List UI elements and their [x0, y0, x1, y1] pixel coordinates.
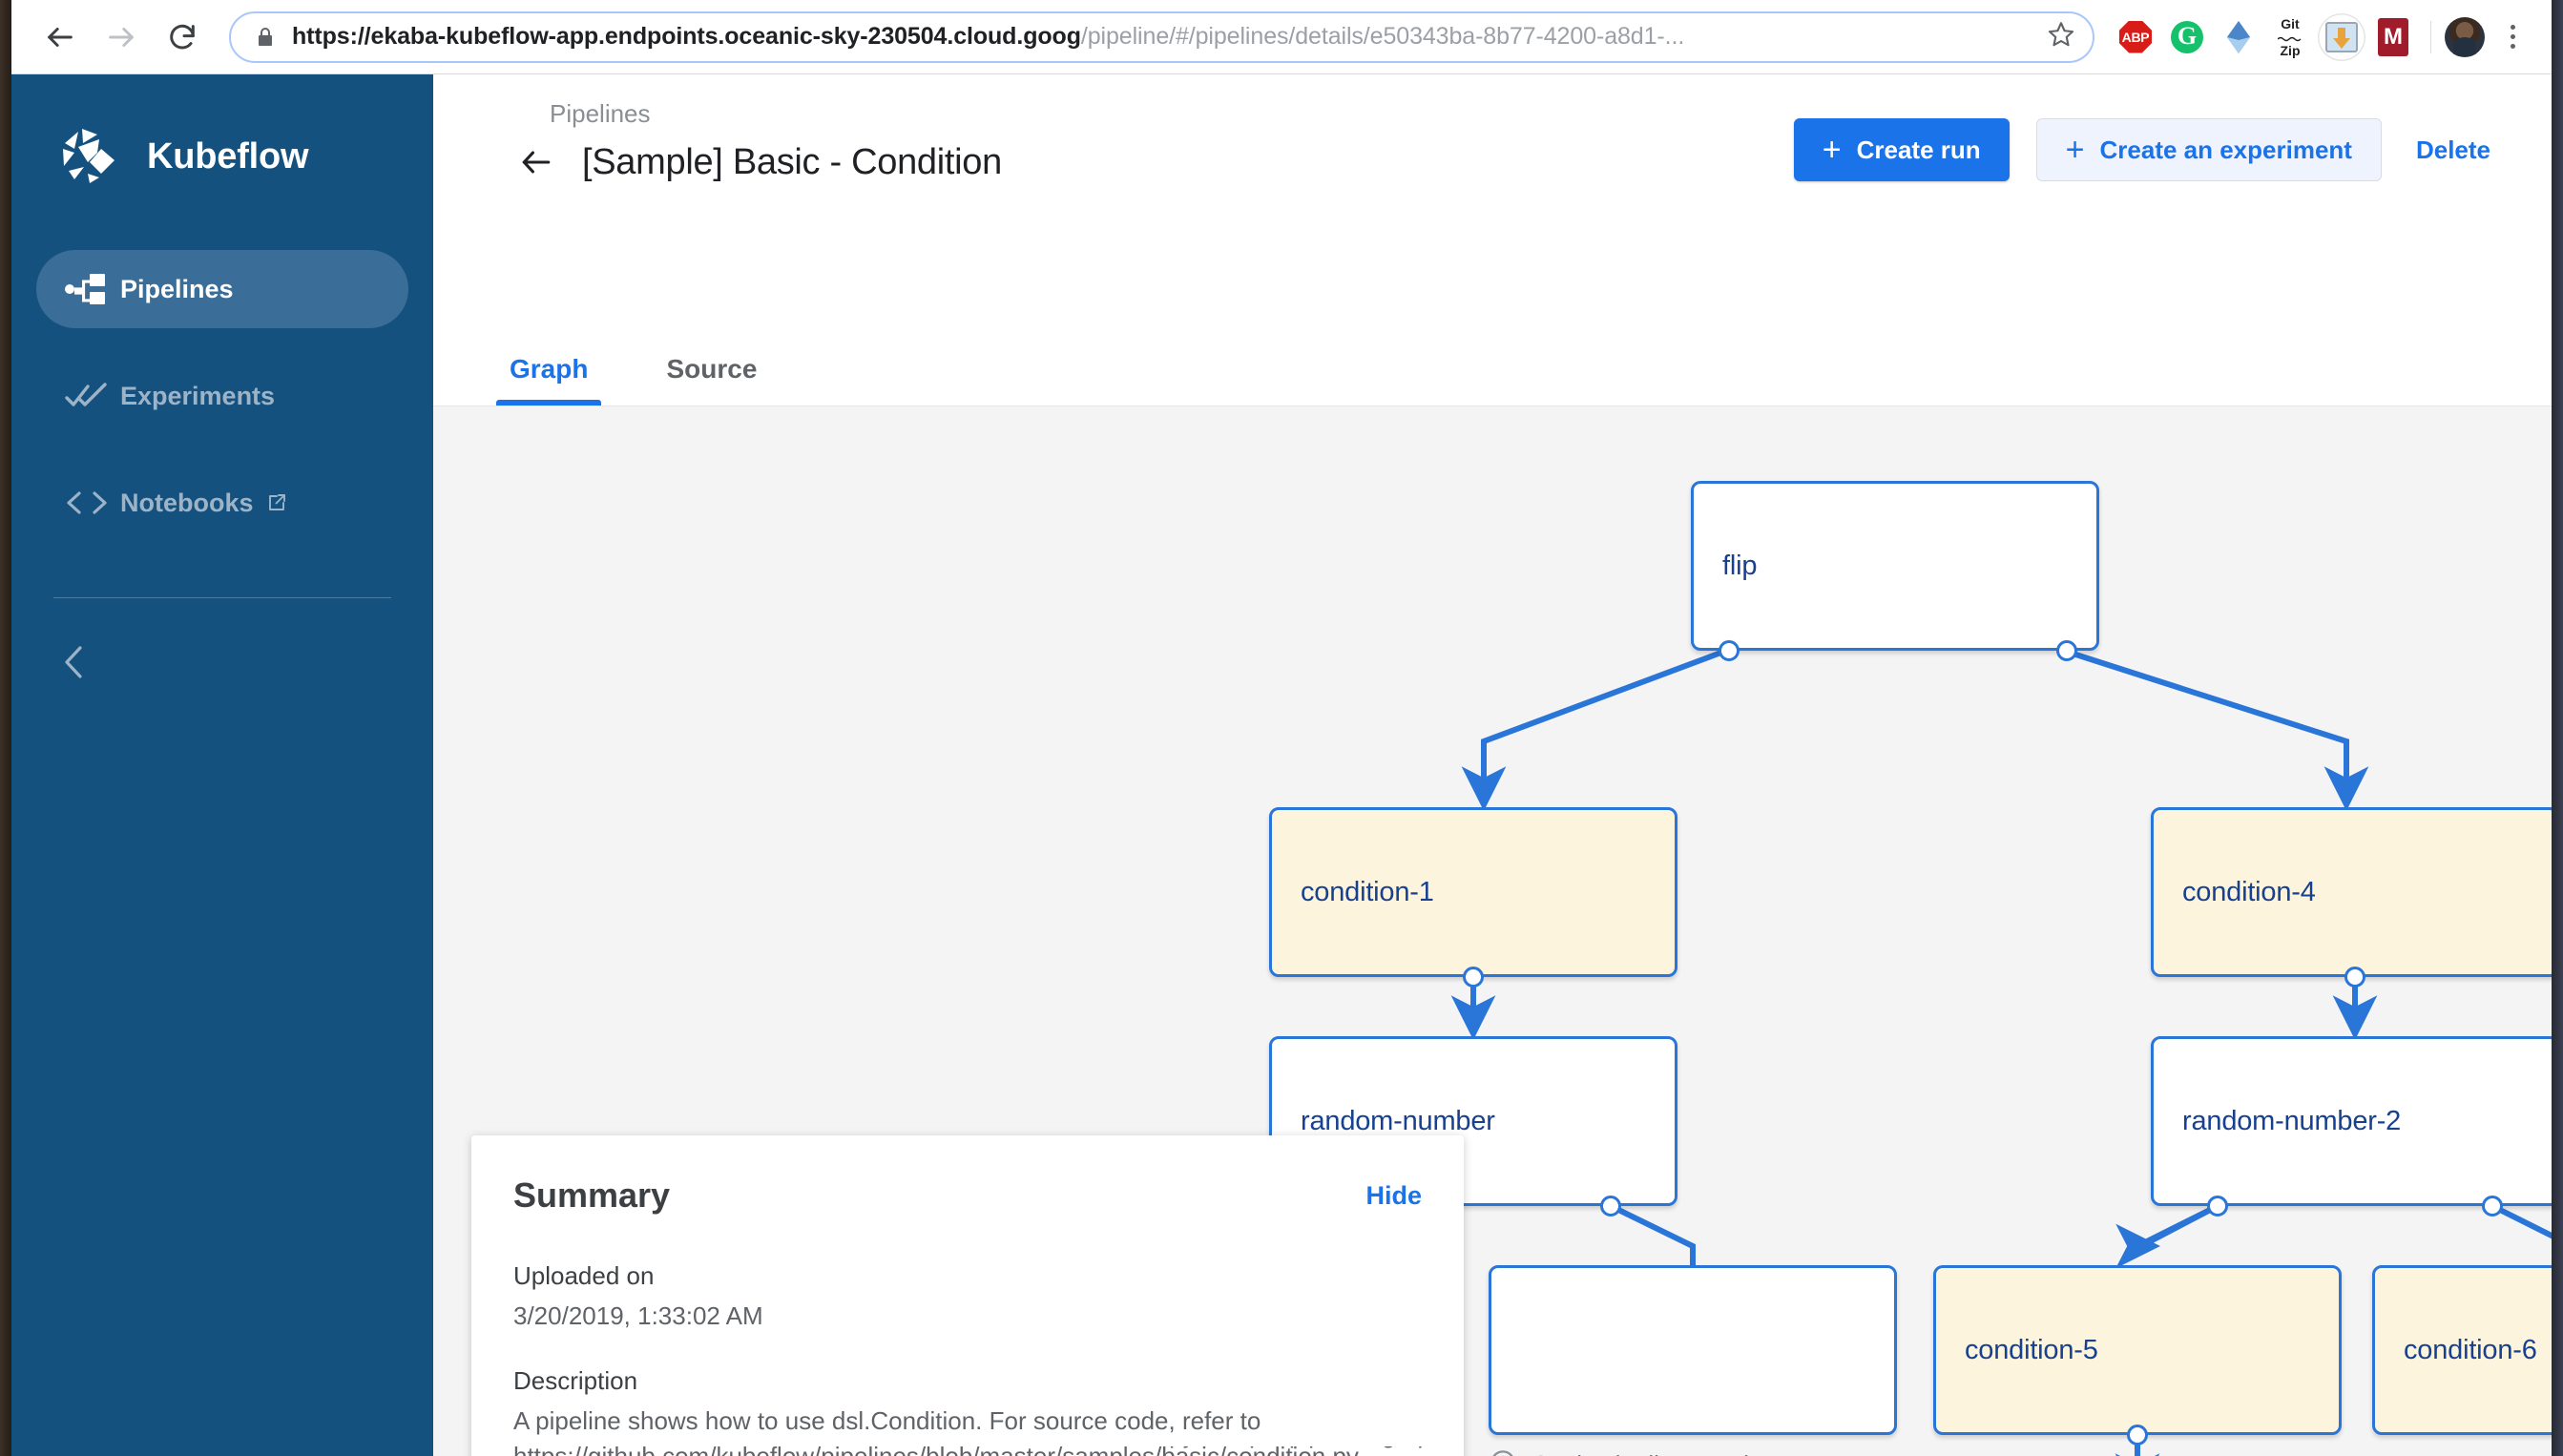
brand: Kubeflow — [11, 74, 433, 193]
lock-icon — [254, 26, 277, 49]
blue-diamond-icon[interactable] — [2215, 13, 2262, 61]
tab-source[interactable]: Source — [653, 354, 770, 406]
external-link-icon — [265, 491, 288, 514]
graph-node-random-number-2[interactable]: random-number-2 — [2151, 1036, 2552, 1206]
chrome-menu-kebab-icon[interactable] — [2489, 13, 2536, 61]
url-path: /pipeline/#/pipelines/details/e50343ba-8… — [1080, 23, 1685, 50]
back-arrow-icon[interactable] — [508, 134, 565, 191]
summary-hide-button[interactable]: Hide — [1365, 1181, 1422, 1211]
summary-card: Summary Hide Uploaded on 3/20/2019, 1:33… — [471, 1135, 1464, 1456]
graph-node-flip[interactable]: flip — [1691, 481, 2099, 651]
sidebar-item-text: Notebooks — [120, 488, 254, 517]
gitzip-label-top: Git — [2281, 15, 2300, 31]
graph-node-condition-5[interactable]: condition-5 — [1933, 1265, 2342, 1435]
graph-node-label: condition-5 — [1965, 1334, 2098, 1365]
bottom-clipped-text: condition.py sample pipeline graph — [1063, 1446, 1445, 1449]
graph-node-label: flip — [1722, 550, 1758, 581]
forward-arrow-icon[interactable] — [95, 11, 147, 63]
browser-window: https://ekaba-kubeflow-app.endpoints.oce… — [11, 0, 2552, 1456]
desktop-left-edge — [0, 0, 11, 1456]
delete-button[interactable]: Delete — [2408, 135, 2498, 165]
kubeflow-logo-icon — [53, 120, 126, 193]
graph-node-port — [1600, 1196, 1621, 1217]
create-experiment-label: Create an experiment — [2099, 135, 2352, 164]
plus-icon: + — [1822, 132, 1842, 168]
graph-node-label: random-number — [1301, 1105, 1495, 1136]
gitzip-icon[interactable]: Git Zip — [2266, 13, 2314, 61]
sidebar: Kubeflow Pipelines Experiments Notebooks — [11, 74, 433, 1456]
notebooks-code-brackets-icon — [65, 489, 116, 516]
extension-icon-row: ABP G Git Zip M — [2112, 12, 2552, 61]
sidebar-item-notebooks[interactable]: Notebooks — [36, 464, 408, 542]
graph-node-port — [2344, 967, 2365, 988]
graph-node-condition-6[interactable]: condition-6 — [2372, 1265, 2552, 1435]
create-run-button[interactable]: + Create run — [1793, 118, 2010, 181]
title-row: [Sample] Basic - Condition — [508, 134, 1002, 191]
sidebar-item-label: Experiments — [120, 381, 276, 410]
grammarly-icon[interactable]: G — [2163, 13, 2211, 61]
graph-node-port — [1719, 640, 1740, 661]
summary-header: Summary Hide — [513, 1175, 1422, 1216]
graph-node-condition-1[interactable]: condition-1 — [1269, 807, 1677, 977]
toolbar-divider — [2430, 20, 2431, 53]
plus-icon: + — [2065, 132, 2085, 168]
kubeflow-app: Kubeflow Pipelines Experiments Notebooks… — [11, 74, 2552, 1456]
bookmark-star-icon[interactable] — [2047, 20, 2075, 53]
graph-node-label: condition-4 — [2182, 876, 2316, 907]
graph-node-label: condition-6 — [2404, 1334, 2537, 1365]
image-downloader-icon[interactable] — [2318, 12, 2365, 61]
brand-name: Kubeflow — [147, 135, 309, 177]
tab-graph[interactable]: Graph — [496, 354, 602, 406]
graph-node-label: random-number-2 — [2182, 1105, 2402, 1136]
tab-bar: Graph Source — [433, 261, 2552, 406]
page-header: Pipelines [Sample] Basic - Condition + C… — [433, 74, 2552, 322]
browser-toolbar: https://ekaba-kubeflow-app.endpoints.oce… — [11, 0, 2552, 74]
graph-node-label: condition-1 — [1301, 876, 1434, 907]
header-actions: + Create run + Create an experiment Dele… — [1793, 118, 2498, 181]
graph-node-condition-4[interactable]: condition-4 — [2151, 807, 2552, 977]
adblock-plus-icon[interactable]: ABP — [2112, 13, 2159, 61]
experiments-double-check-icon — [65, 382, 116, 410]
gitzip-label-bottom: Zip — [2280, 42, 2301, 58]
url-text: https://ekaba-kubeflow-app.endpoints.oce… — [292, 23, 2033, 51]
profile-avatar[interactable] — [2445, 16, 2485, 57]
create-experiment-button[interactable]: + Create an experiment — [2035, 118, 2382, 181]
create-run-label: Create run — [1856, 135, 1981, 164]
uploaded-on-label: Uploaded on — [513, 1261, 655, 1290]
summary-title: Summary — [513, 1175, 671, 1215]
page-title: [Sample] Basic - Condition — [582, 141, 1002, 182]
graph-node-port — [1463, 967, 1484, 988]
sidebar-nav: Pipelines Experiments Notebooks — [11, 250, 433, 542]
sidebar-item-label: Notebooks — [120, 489, 288, 518]
breadcrumb[interactable]: Pipelines — [550, 99, 651, 129]
graph-node-port — [2127, 1425, 2148, 1446]
momentum-label: M — [2378, 17, 2408, 56]
grammarly-label: G — [2171, 20, 2203, 53]
momentum-icon[interactable]: M — [2369, 13, 2417, 61]
bottom-clipped-row: condition.py sample pipeline graph — [433, 1446, 2552, 1456]
url-origin: https://ekaba-kubeflow-app.endpoints.oce… — [292, 23, 1081, 50]
graph-node-port — [2056, 640, 2077, 661]
screenshot-root: https://ekaba-kubeflow-app.endpoints.oce… — [0, 0, 2563, 1456]
uploaded-on-value: 3/20/2019, 1:33:02 AM — [513, 1301, 763, 1330]
chevron-left-icon[interactable] — [61, 640, 105, 684]
sidebar-item-experiments[interactable]: Experiments — [36, 357, 408, 435]
pipelines-icon — [65, 272, 116, 306]
back-arrow-icon[interactable] — [34, 11, 86, 63]
sidebar-divider — [53, 597, 391, 598]
reload-icon[interactable] — [156, 11, 208, 63]
description-label: Description — [513, 1365, 638, 1395]
graph-node-leaf-2[interactable] — [1489, 1265, 1897, 1435]
graph-node-port — [2482, 1196, 2503, 1217]
adblock-plus-label: ABP — [2121, 29, 2150, 45]
desktop-right-edge — [2552, 0, 2563, 1456]
graph-node-port — [2207, 1196, 2228, 1217]
sidebar-item-pipelines[interactable]: Pipelines — [36, 250, 408, 328]
address-bar[interactable]: https://ekaba-kubeflow-app.endpoints.oce… — [229, 10, 2094, 63]
sidebar-item-label: Pipelines — [120, 274, 234, 303]
